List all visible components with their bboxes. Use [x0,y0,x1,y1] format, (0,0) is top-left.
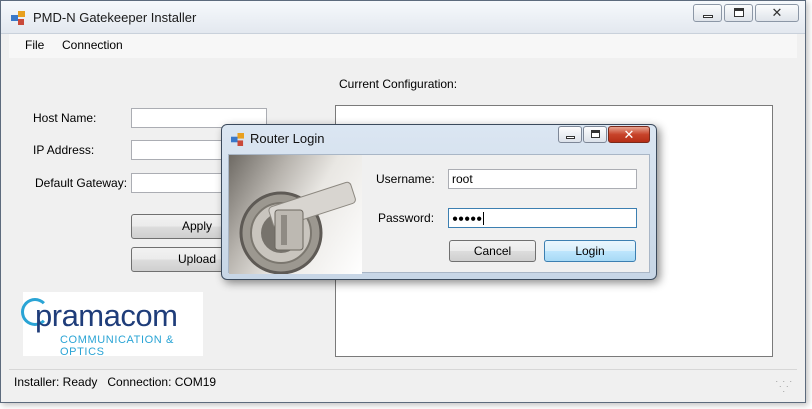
password-mask: ●●●●● [452,213,483,225]
dialog-minimize-button[interactable] [558,126,582,143]
minimize-icon [566,136,575,139]
dialog-content: Username: root Password: ●●●●● Cancel Lo… [228,154,650,274]
pramacom-logo: pramacom COMMUNICATION & OPTICS [21,292,203,358]
maximize-icon [734,8,744,17]
status-bar: Installer: Ready Connection: COM19 . . .… [9,369,797,394]
app-icon [11,11,25,25]
title-bar[interactable]: PMD-N Gatekeeper Installer ✕ [1,1,805,34]
ip-address-label: IP Address: [33,143,95,157]
resize-grip-icon[interactable]: . . . . . . [775,375,793,394]
logo-wordmark: pramacom [35,298,178,333]
username-input[interactable]: root [448,169,637,189]
menu-connection[interactable]: Connection [62,38,123,52]
dialog-app-icon [231,133,244,146]
login-button[interactable]: Login [544,240,636,262]
minimize-icon [703,15,713,18]
menu-bar: File Connection [9,34,797,58]
dialog-close-button[interactable]: ✕ [608,126,650,143]
text-caret [483,212,485,226]
key-lock-image [229,155,362,274]
close-button[interactable]: ✕ [755,4,799,22]
password-label: Password: [378,211,435,225]
password-input[interactable]: ●●●●● [448,208,637,228]
dialog-maximize-button[interactable] [583,126,607,143]
logo-tagline: COMMUNICATION & OPTICS [60,334,174,358]
dialog-title: Router Login [250,131,325,146]
cancel-button[interactable]: Cancel [449,240,536,262]
default-gateway-label: Default Gateway: [35,176,128,190]
router-login-dialog: Router Login ✕ Username: root Password: … [221,124,657,280]
maximize-button[interactable] [724,4,753,22]
close-icon: ✕ [771,5,783,20]
host-name-label: Host Name: [33,111,97,125]
username-label: Username: [376,172,435,186]
current-configuration-label: Current Configuration: [339,77,458,91]
minimize-button[interactable] [693,4,722,22]
window-title: PMD-N Gatekeeper Installer [33,10,197,25]
status-text: Installer: Ready Connection: COM19 [14,375,217,389]
close-icon: ✕ [623,127,635,142]
maximize-icon [591,130,600,138]
menu-file[interactable]: File [25,38,44,52]
